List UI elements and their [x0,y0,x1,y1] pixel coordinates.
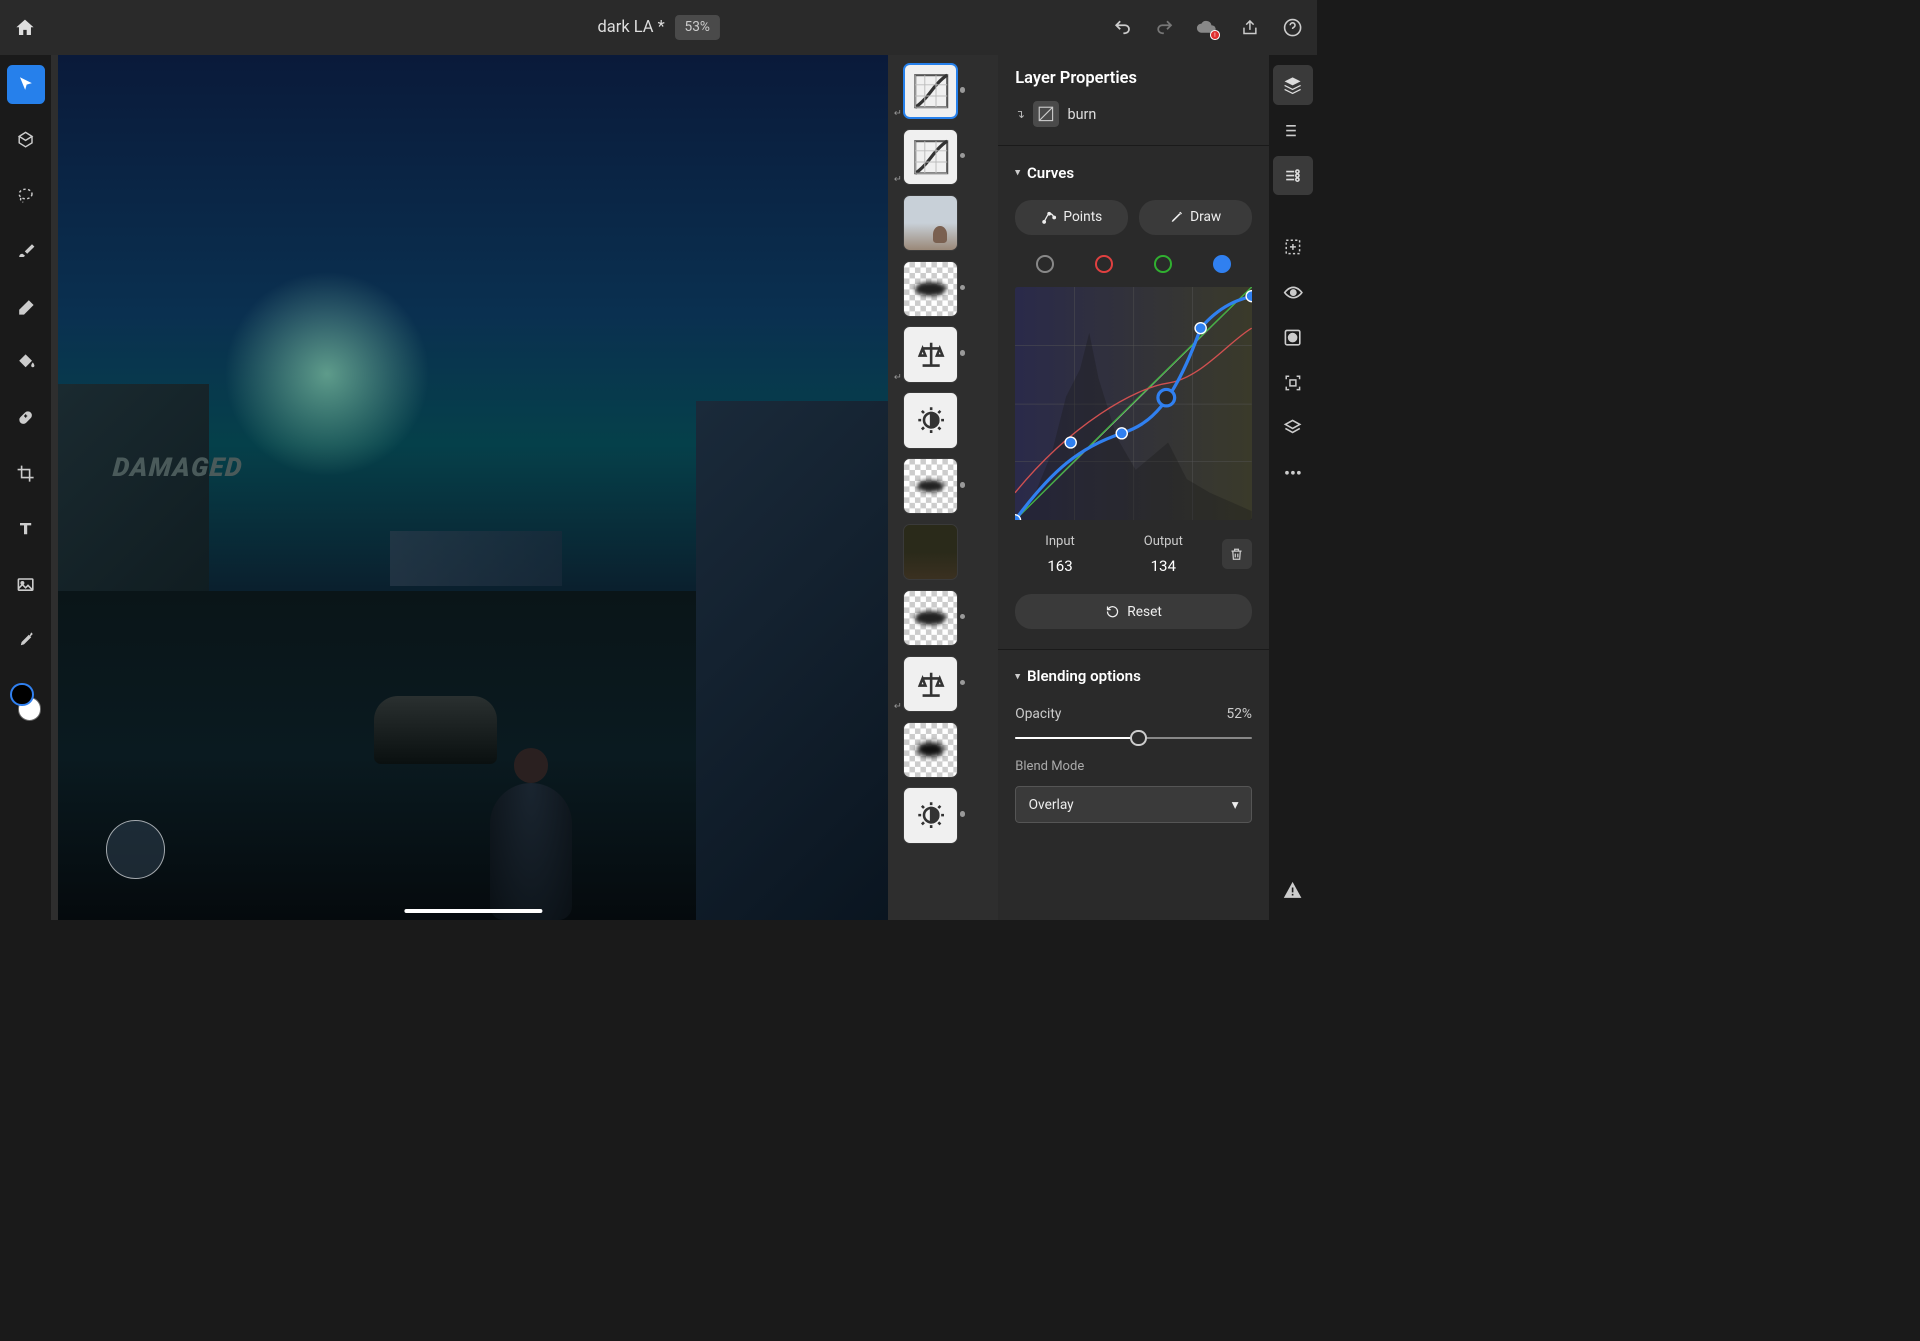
left-toolbar [0,55,51,920]
layer-thumb-mask[interactable] [903,261,958,317]
eyedropper-tool[interactable] [7,621,45,659]
top-bar: dark LA * 53% ! [0,0,1317,55]
cloud-sync-icon[interactable]: ! [1196,16,1218,38]
layer-thumb-image[interactable] [903,524,958,580]
bounds-icon[interactable] [1273,363,1313,403]
canvas[interactable]: DAMAGED [58,55,888,920]
layer-link-icon: ↵ [894,108,902,119]
output-value[interactable]: 134 [1119,557,1209,575]
canvas-area: DAMAGED ↵ ↵ ↵ ↵ [51,55,998,920]
channel-selector [998,248,1269,286]
more-icon[interactable] [1273,453,1313,493]
blend-mode-select[interactable]: Overlay ▾ [1015,786,1252,823]
home-indicator [405,909,542,913]
blending-section-header[interactable]: ▾ Blending options [998,655,1269,698]
place-image-tool[interactable] [7,565,45,603]
channel-rgb[interactable] [1036,255,1054,273]
document-title: dark LA * [598,18,665,37]
mask-panel-icon[interactable] [1273,318,1313,358]
points-button[interactable]: Points [1015,200,1128,235]
zoom-badge[interactable]: 53% [675,15,720,39]
draw-button[interactable]: Draw [1139,200,1252,235]
layer-type-icon [1033,101,1059,127]
color-swatches[interactable] [10,683,41,721]
opacity-label: Opacity [1015,706,1061,722]
layer-thumb-image[interactable] [903,195,958,251]
properties-panel: Layer Properties ↴ burn ▾ Curves Points … [998,55,1269,920]
layer-link-icon: ↵ [894,174,902,185]
right-rail [1269,55,1317,920]
output-label: Output [1119,534,1209,549]
layer-thumb-brightness[interactable] [903,787,958,843]
touch-shortcut-icon[interactable] [106,820,164,878]
styles-icon[interactable] [1273,408,1313,448]
chevron-down-icon: ▾ [1015,167,1020,178]
home-icon[interactable] [14,16,36,38]
redo-icon[interactable] [1154,16,1176,38]
add-layer-icon[interactable] [1273,227,1313,267]
input-label: Input [1015,534,1105,549]
blend-mode-label: Blend Mode [998,753,1269,779]
brush-tool[interactable] [7,232,45,270]
crop-tool[interactable] [7,454,45,492]
fill-tool[interactable] [7,343,45,381]
layer-link-icon: ↵ [894,701,902,712]
channel-blue[interactable] [1213,255,1231,273]
channel-red[interactable] [1095,255,1113,273]
layer-thumb-mask[interactable] [903,722,958,778]
type-tool[interactable] [7,510,45,548]
foreground-color-swatch[interactable] [10,683,33,706]
input-value[interactable]: 163 [1015,557,1105,575]
layer-target-icon[interactable]: ↴ [1015,107,1025,121]
chevron-down-icon: ▾ [1232,797,1239,813]
layer-thumb-mask[interactable] [903,590,958,646]
curves-section-header[interactable]: ▾ Curves [998,151,1269,194]
panel-title: Layer Properties [998,69,1269,102]
channel-green[interactable] [1154,255,1172,273]
layer-thumb-mask[interactable] [903,458,958,514]
canvas-sign-text: DAMAGED [112,453,245,483]
alert-badge-icon: ! [1210,30,1220,40]
delete-point-button[interactable] [1222,539,1252,569]
opacity-value[interactable]: 52% [1227,706,1252,722]
lasso-tool[interactable] [7,176,45,214]
visibility-icon[interactable] [1273,272,1313,312]
undo-icon[interactable] [1111,16,1133,38]
layer-name[interactable]: burn [1068,106,1097,123]
opacity-slider[interactable] [1015,737,1252,740]
layer-actions-icon[interactable] [1273,110,1313,150]
layers-panel-icon[interactable] [1273,65,1313,105]
layer-strip: ↵ ↵ ↵ ↵ [888,55,963,920]
move-tool[interactable] [7,65,45,103]
chevron-down-icon: ▾ [1015,671,1020,682]
heal-tool[interactable] [7,398,45,436]
layer-thumb-balance[interactable] [903,656,958,712]
curves-graph[interactable] [1015,287,1252,520]
layer-thumb-brightness[interactable] [903,392,958,448]
eraser-tool[interactable] [7,287,45,325]
layer-thumb-balance[interactable] [903,326,958,382]
transform-tool[interactable] [7,121,45,159]
layer-thumb-curves[interactable] [903,129,958,185]
warning-icon[interactable] [1273,870,1313,910]
share-icon[interactable] [1239,16,1261,38]
layer-link-icon: ↵ [894,372,902,383]
layer-thumb-curves[interactable] [903,63,958,119]
help-icon[interactable] [1281,16,1303,38]
reset-button[interactable]: Reset [1015,594,1252,629]
properties-panel-icon[interactable] [1273,156,1313,196]
